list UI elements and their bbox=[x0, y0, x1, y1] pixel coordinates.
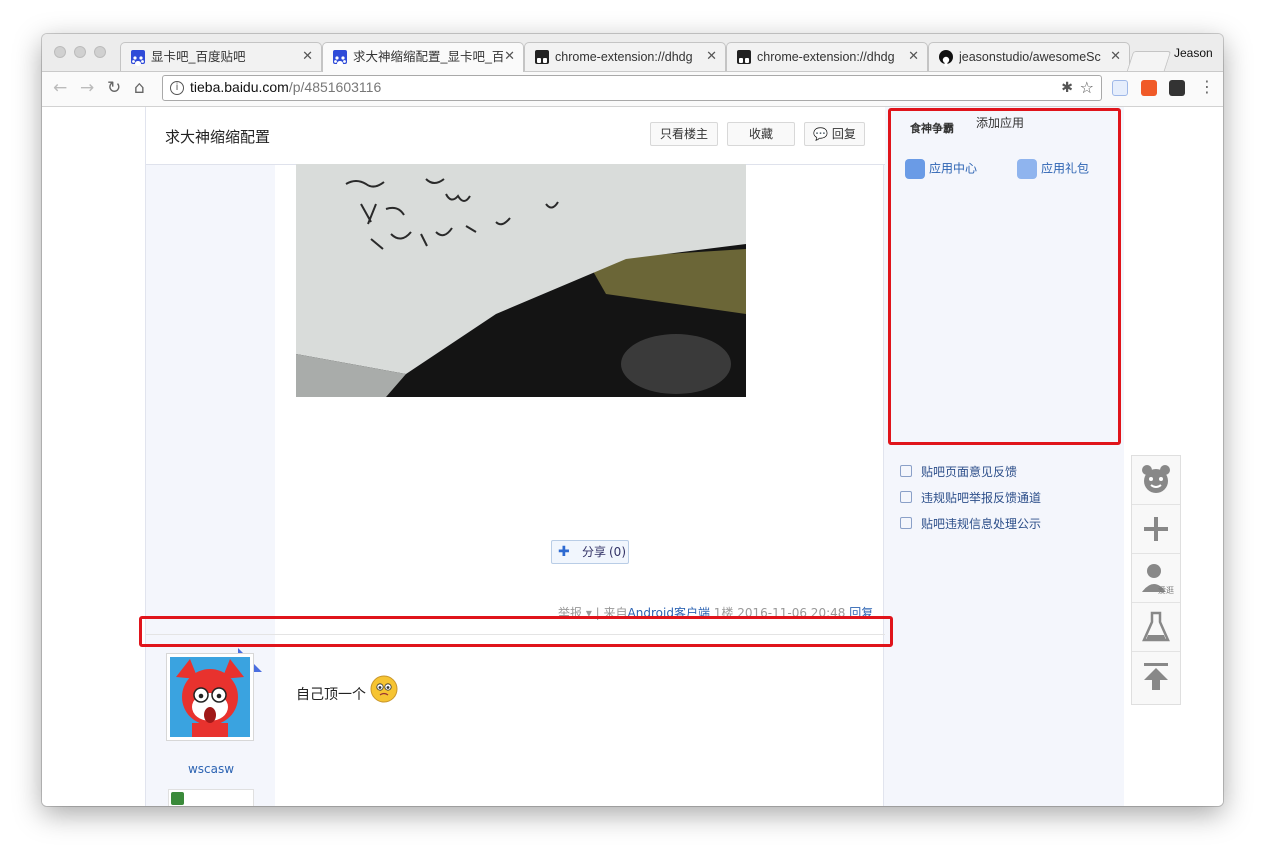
tab-strip: 显卡吧_百度贴吧 ✕ 求大神缩缩配置_显卡吧_百 ✕ chrome-extens… bbox=[42, 34, 1223, 72]
close-window-button[interactable] bbox=[54, 46, 66, 58]
translate-icon[interactable] bbox=[1112, 80, 1128, 96]
baidu-paw-icon bbox=[333, 50, 347, 66]
profile-name[interactable]: Jeason bbox=[1174, 46, 1213, 60]
plus-icon bbox=[1144, 517, 1168, 541]
close-icon[interactable]: ✕ bbox=[1110, 43, 1121, 71]
back-to-top-icon bbox=[1144, 663, 1168, 690]
bookmark-star-icon[interactable]: ☆ bbox=[1080, 78, 1094, 97]
forward-icon[interactable]: → bbox=[80, 78, 94, 98]
tab-title: 显卡吧_百度贴吧 bbox=[151, 50, 246, 64]
thread-header: 求大神缩缩配置 只看楼主 收藏 💬 回复 bbox=[146, 107, 885, 165]
user-button[interactable]: 爱逛 bbox=[1132, 554, 1180, 603]
tab-current-thread[interactable]: 求大神缩缩配置_显卡吧_百 ✕ bbox=[322, 42, 524, 72]
info-icon[interactable]: i bbox=[170, 81, 184, 95]
reload-icon[interactable]: ↻ bbox=[107, 78, 121, 98]
browser-toolbar: ← → ↻ ⌂ i tieba.baidu.com/p/4851603116 ✱… bbox=[42, 72, 1223, 107]
tab-extension-1[interactable]: chrome-extension://dhdg ✕ bbox=[524, 42, 726, 71]
level-icon bbox=[171, 792, 184, 805]
add-button[interactable] bbox=[1132, 505, 1180, 554]
floating-toolbar: 爱逛 bbox=[1131, 455, 1181, 705]
tab-title: chrome-extension://dhdg bbox=[757, 50, 895, 64]
report-icon bbox=[900, 491, 912, 503]
trash-icon bbox=[900, 517, 912, 529]
emoji-icon bbox=[370, 675, 398, 703]
share-button[interactable]: ✚ 分享 (0) bbox=[551, 540, 629, 564]
menu-icon[interactable]: ⋮ bbox=[1199, 77, 1215, 96]
comment-icon: 💬 bbox=[813, 127, 829, 141]
tampermonkey-icon[interactable] bbox=[1141, 80, 1157, 96]
blocked-plugin-icon[interactable]: ✱ bbox=[1061, 80, 1073, 96]
edit-icon bbox=[900, 465, 912, 477]
extension-icon bbox=[535, 50, 549, 64]
address-bar[interactable]: i tieba.baidu.com/p/4851603116 ✱ ☆ bbox=[162, 75, 1102, 101]
extension-icon[interactable] bbox=[1169, 80, 1185, 96]
reply-button[interactable]: 💬 回复 bbox=[804, 122, 865, 146]
tab-title: 求大神缩缩配置_显卡吧_百 bbox=[353, 50, 503, 64]
author-username[interactable]: wscasw bbox=[146, 762, 276, 776]
zoom-window-button[interactable] bbox=[94, 46, 106, 58]
github-icon bbox=[939, 50, 953, 67]
share-label: 分享 bbox=[582, 545, 607, 559]
share-count: (0) bbox=[609, 545, 626, 559]
flask-icon bbox=[1142, 611, 1170, 642]
url-text[interactable]: tieba.baidu.com/p/4851603116 bbox=[190, 79, 381, 95]
avatar[interactable] bbox=[166, 653, 254, 741]
user-badge: 爱逛 bbox=[1158, 586, 1174, 595]
close-icon[interactable]: ✕ bbox=[504, 43, 515, 71]
bear-button[interactable] bbox=[1132, 456, 1180, 505]
bear-icon bbox=[1142, 465, 1170, 493]
minimize-window-button[interactable] bbox=[74, 46, 86, 58]
close-icon[interactable]: ✕ bbox=[908, 43, 919, 71]
tab-title: jeasonstudio/awesomeSc bbox=[959, 50, 1101, 64]
favorite-button[interactable]: 收藏 bbox=[727, 122, 795, 146]
baidu-paw-icon bbox=[131, 50, 145, 66]
page-title: 求大神缩缩配置 bbox=[165, 128, 271, 146]
level-badge bbox=[168, 789, 254, 806]
post-content: 自己顶一个 bbox=[296, 675, 398, 704]
back-to-top-button[interactable] bbox=[1132, 652, 1180, 701]
highlight-box-app-panel bbox=[888, 108, 1121, 445]
post-image[interactable] bbox=[296, 164, 746, 397]
home-icon[interactable]: ⌂ bbox=[134, 78, 145, 98]
back-icon[interactable]: ← bbox=[53, 78, 67, 98]
share-plus-icon: ✚ bbox=[558, 544, 570, 560]
highlight-box-post-divider bbox=[139, 616, 893, 647]
thread-main: 求大神缩缩配置 只看楼主 收藏 💬 回复 ✚ 分享 (0) 举报 ▾ | 来自A… bbox=[145, 107, 885, 806]
lab-button[interactable] bbox=[1132, 603, 1180, 652]
only-op-button[interactable]: 只看楼主 bbox=[650, 122, 718, 146]
new-tab-button[interactable] bbox=[1126, 51, 1172, 71]
close-icon[interactable]: ✕ bbox=[302, 43, 313, 71]
report-channel-link[interactable]: 违规贴吧举报反馈通道 bbox=[900, 489, 1041, 506]
close-icon[interactable]: ✕ bbox=[706, 43, 717, 71]
extension-icon bbox=[737, 50, 751, 64]
tab-extension-2[interactable]: chrome-extension://dhdg ✕ bbox=[726, 42, 928, 71]
feedback-link[interactable]: 贴吧页面意见反馈 bbox=[900, 463, 1017, 480]
tab-xianka-ba[interactable]: 显卡吧_百度贴吧 ✕ bbox=[120, 42, 322, 71]
tab-github[interactable]: jeasonstudio/awesomeSc ✕ bbox=[928, 42, 1130, 71]
violation-notice-link[interactable]: 贴吧违规信息处理公示 bbox=[900, 515, 1041, 532]
tab-title: chrome-extension://dhdg bbox=[555, 50, 693, 64]
